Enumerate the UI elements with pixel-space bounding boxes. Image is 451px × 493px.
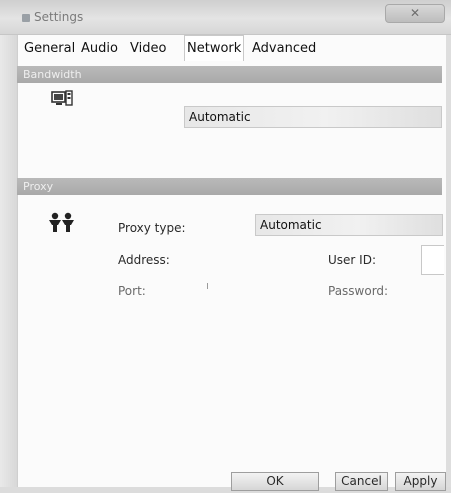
bandwidth-section-header: Bandwidth: [17, 66, 442, 83]
user-id-label: User ID:: [328, 253, 376, 267]
address-label: Address:: [118, 253, 170, 267]
proxy-section-header: Proxy: [17, 178, 442, 195]
tab-video[interactable]: Video: [128, 38, 168, 60]
settings-window: Settings ✕ General Audio Video Network A…: [0, 0, 451, 493]
app-icon: [22, 14, 30, 22]
proxy-type-label: Proxy type:: [118, 221, 186, 235]
port-label: Port:: [118, 284, 146, 298]
proxy-type-select[interactable]: Automatic: [255, 214, 443, 236]
network-monitor-icon: [51, 90, 73, 106]
tab-audio[interactable]: Audio: [79, 38, 120, 60]
password-label: Password:: [328, 284, 389, 298]
tab-network[interactable]: Network: [184, 35, 245, 61]
bandwidth-mode-select[interactable]: Automatic: [184, 106, 442, 128]
close-button[interactable]: ✕: [385, 4, 445, 23]
window-frame-right: [446, 0, 451, 493]
proxy-users-icon: [49, 212, 74, 232]
tab-general[interactable]: General: [22, 38, 77, 60]
bandwidth-scale[interactable]: [24, 139, 442, 151]
window-frame-left: [0, 0, 18, 493]
cancel-button[interactable]: Cancel: [335, 472, 388, 491]
window-title: Settings: [34, 10, 84, 24]
port-input-caret[interactable]: [207, 283, 208, 289]
title-bar[interactable]: Settings ✕: [0, 0, 451, 35]
apply-button[interactable]: Apply: [395, 472, 446, 491]
user-id-field[interactable]: [421, 245, 444, 275]
ok-button[interactable]: OK: [231, 472, 319, 491]
tab-advanced[interactable]: Advanced: [250, 38, 318, 60]
close-icon: ✕: [409, 6, 421, 20]
